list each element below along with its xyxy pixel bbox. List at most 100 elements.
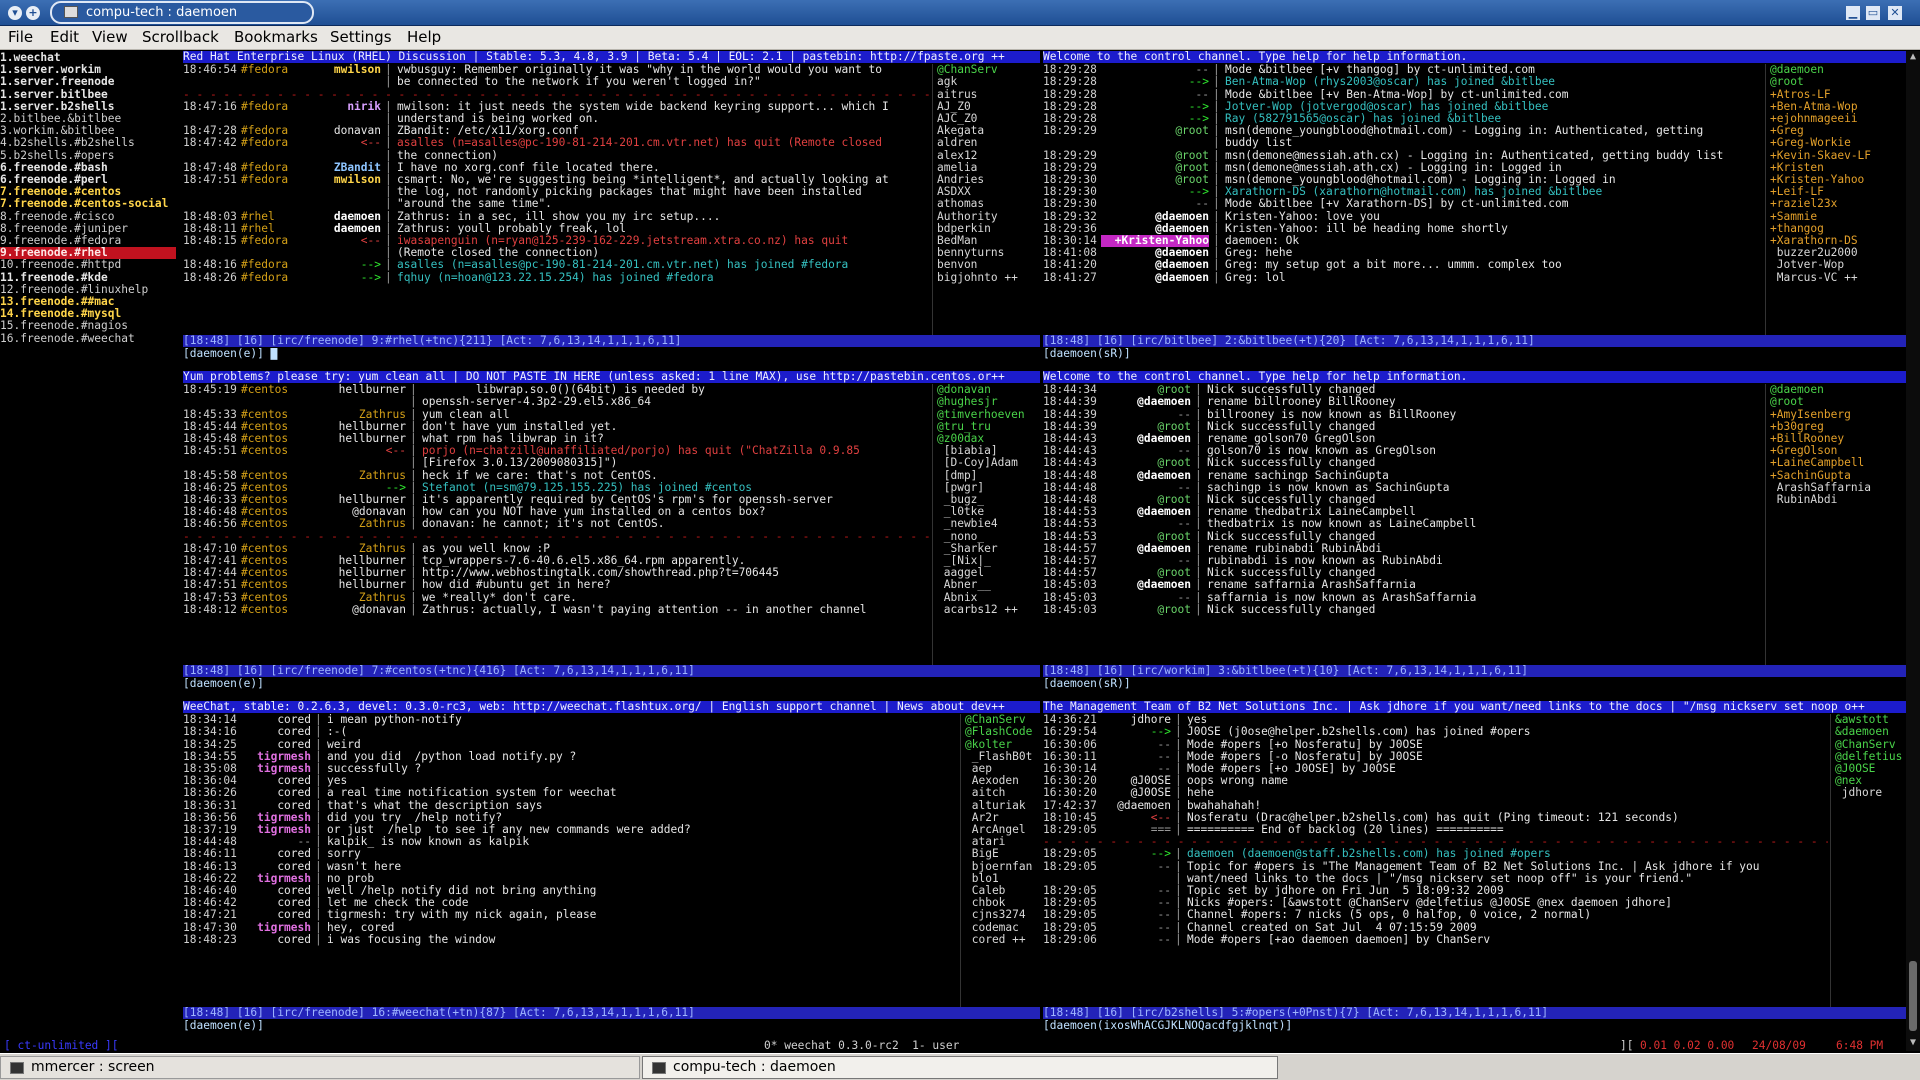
buffer-item[interactable]: 1.weechat xyxy=(0,52,176,64)
task-compu-tech-daemoen[interactable]: compu-tech : daemoen xyxy=(642,1056,1278,1079)
nick-list-item[interactable]: +ejohnmageeii xyxy=(1770,113,1858,125)
menu-edit[interactable]: Edit xyxy=(50,28,79,46)
nick-list-item[interactable]: [D-Coy]Adam xyxy=(937,457,1018,469)
nick-list-item[interactable]: @hughesjr xyxy=(937,396,998,408)
nick-list-item[interactable]: Abnix xyxy=(937,592,978,604)
nick-list-item[interactable]: @FlashCode xyxy=(965,726,1032,738)
input-bar[interactable]: [daemoen(e)] xyxy=(183,1020,1040,1032)
nick-list-item[interactable]: _Sharker xyxy=(937,543,998,555)
nick-list-item[interactable]: @nex xyxy=(1835,775,1862,787)
buffer-item[interactable]: 7.freenode.#centos xyxy=(0,186,176,198)
nick-list-item[interactable]: _newbie4 xyxy=(937,518,998,530)
buffer-item[interactable]: 1.server.bitlbee xyxy=(0,89,176,101)
nick-list-item[interactable]: +SachinGupta xyxy=(1770,470,1851,482)
buffer-item[interactable]: 8.freenode.#juniper xyxy=(0,223,176,235)
nick-list-item[interactable]: +BillRooney xyxy=(1770,433,1844,445)
nick-list-item[interactable]: aitrus xyxy=(937,89,977,101)
nick-list-item[interactable]: +Greg xyxy=(1770,125,1804,137)
buffer-item[interactable]: 10.freenode.#httpd xyxy=(0,259,176,271)
input-bar[interactable]: [daemoen(e)] █ xyxy=(183,348,1040,360)
nick-list-item[interactable]: RubinAbdi xyxy=(1770,494,1838,506)
buffer-item[interactable]: 1.server.b2shells xyxy=(0,101,176,113)
nick-list-item[interactable]: aitch xyxy=(965,787,1006,799)
nick-list-item[interactable]: @ChanServ xyxy=(965,714,1026,726)
nick-list-item[interactable]: bjoernfan xyxy=(965,861,1033,873)
nick-list-item[interactable]: Andries xyxy=(937,174,984,186)
window-menu-icon[interactable]: ▾ xyxy=(8,6,22,20)
nick-list-item[interactable]: +Leif-LF xyxy=(1770,186,1824,198)
nick-list-item[interactable]: amelia xyxy=(937,162,977,174)
input-bar[interactable]: [daemoen(ixosWhACGJKLNOQacdfgjklnqt)] xyxy=(1043,1020,1906,1032)
nick-list-item[interactable]: Abner__ xyxy=(937,579,991,591)
buffer-item[interactable]: 1.server.freenode xyxy=(0,76,176,88)
buffer-item[interactable]: 5.b2shells.#opers xyxy=(0,150,176,162)
nick-list-item[interactable]: +Kevin-Skaev-LF xyxy=(1770,150,1871,162)
close-button[interactable]: ✕ xyxy=(1888,6,1902,20)
task-mmercer-screen[interactable]: mmercer : screen xyxy=(0,1056,640,1079)
buffer-item[interactable]: 1.server.workim xyxy=(0,64,176,76)
menu-bookmarks[interactable]: Bookmarks xyxy=(234,28,318,46)
nick-list-item[interactable]: @donavan xyxy=(937,384,991,396)
buffer-item[interactable]: 9.freenode.#fedora xyxy=(0,235,176,247)
scrollbar-thumb[interactable] xyxy=(1909,961,1917,1031)
nick-list-item[interactable]: _FlashB0t xyxy=(965,751,1033,763)
nick-list-item[interactable]: chbok xyxy=(965,897,1006,909)
nick-list-item[interactable]: Caleb xyxy=(965,885,1006,897)
nick-list-item[interactable]: _l0tke xyxy=(937,506,984,518)
nick-list-item[interactable]: blo1 xyxy=(965,873,999,885)
scroll-down-icon[interactable]: ▼ xyxy=(1908,1037,1918,1048)
nick-list-item[interactable]: ArashSaffarnia xyxy=(1770,482,1871,494)
nick-list-item[interactable]: _nono_ xyxy=(937,531,984,543)
buffer-item[interactable]: 16.freenode.#weechat xyxy=(0,333,176,345)
buffer-item[interactable]: 11.freenode.#kde xyxy=(0,272,176,284)
nick-list-item[interactable]: @daemoen xyxy=(1770,64,1824,76)
menu-view[interactable]: View xyxy=(92,28,128,46)
nick-list-item[interactable]: _[Nix|_ xyxy=(937,555,991,567)
nick-list-item[interactable]: aldren xyxy=(937,137,977,149)
nick-list-item[interactable]: +GregOlson xyxy=(1770,445,1837,457)
nick-list-item[interactable]: @z00dax xyxy=(937,433,984,445)
buffer-item[interactable]: 13.freenode.##mac xyxy=(0,296,176,308)
nick-list-item[interactable]: Marcus-VC ++ xyxy=(1770,272,1858,284)
nick-list-item[interactable]: +Ben-Atma-Wop xyxy=(1770,101,1858,113)
buffer-item[interactable]: 15.freenode.#nagios xyxy=(0,320,176,332)
nick-list-item[interactable]: +Sammie xyxy=(1770,211,1817,223)
nick-list-item[interactable]: bdperkin xyxy=(937,223,991,235)
input-bar[interactable]: [daemoen(sR)] xyxy=(1043,348,1906,360)
nick-list-item[interactable]: BigE xyxy=(965,848,999,860)
buffer-item[interactable]: 6.freenode.#perl xyxy=(0,174,176,186)
nick-list-item[interactable]: bennyturns xyxy=(937,247,1004,259)
nick-list-item[interactable]: +Xarathorn-DS xyxy=(1770,235,1858,247)
input-bar[interactable]: [daemoen(sR)] xyxy=(1043,678,1906,690)
nick-list-item[interactable]: alex12 xyxy=(937,150,977,162)
nick-list-item[interactable]: +Atros-LF xyxy=(1770,89,1831,101)
nick-list-item[interactable]: @ChanServ xyxy=(937,64,998,76)
nick-list-item[interactable]: [dmp] xyxy=(937,470,978,482)
nick-list-item[interactable]: benvon xyxy=(937,259,977,271)
nick-list-item[interactable]: @J0OSE xyxy=(1835,763,1875,775)
nick-list-item[interactable]: alturiak xyxy=(965,800,1026,812)
buffer-item[interactable]: 14.freenode.#mysql xyxy=(0,308,176,320)
nick-list-item[interactable]: +raziel23x xyxy=(1770,198,1837,210)
input-bar[interactable]: [daemoen(e)] xyxy=(183,678,1040,690)
terminal-scrollbar[interactable]: ▲ ▼ xyxy=(1906,51,1920,1051)
nick-list-item[interactable]: ArcAngel xyxy=(965,824,1026,836)
minimize-button[interactable]: ▁ xyxy=(1846,6,1860,20)
menu-scrollback[interactable]: Scrollback xyxy=(142,28,219,46)
nick-list-item[interactable]: atari xyxy=(965,836,1006,848)
nick-list-item[interactable]: +b30greg xyxy=(1770,421,1824,433)
nick-list-item[interactable]: acarbs12 ++ xyxy=(937,604,1018,616)
nick-list-item[interactable]: cjns3274 xyxy=(965,909,1026,921)
nick-list-item[interactable]: aep xyxy=(965,763,992,775)
buffer-item[interactable]: 9.freenode.#rhel xyxy=(0,247,176,260)
nick-list-item[interactable]: @delfetius xyxy=(1835,751,1902,763)
nick-list-item[interactable]: @kolter xyxy=(965,739,1012,751)
nick-list-item[interactable]: Ar2r xyxy=(965,812,999,824)
nick-list-item[interactable]: &daemoen xyxy=(1835,726,1889,738)
nick-list-item[interactable]: buzzer2u2000 xyxy=(1770,247,1858,259)
nick-list-item[interactable]: +Kristen-Yahoo xyxy=(1770,174,1864,186)
nick-list-item[interactable]: @daemoen xyxy=(1770,384,1824,396)
nick-list-item[interactable]: +AmyIsenberg xyxy=(1770,409,1851,421)
nick-list-item[interactable]: AJ_Z0 xyxy=(937,101,971,113)
nick-list-item[interactable]: @timverhoeven xyxy=(937,409,1025,421)
